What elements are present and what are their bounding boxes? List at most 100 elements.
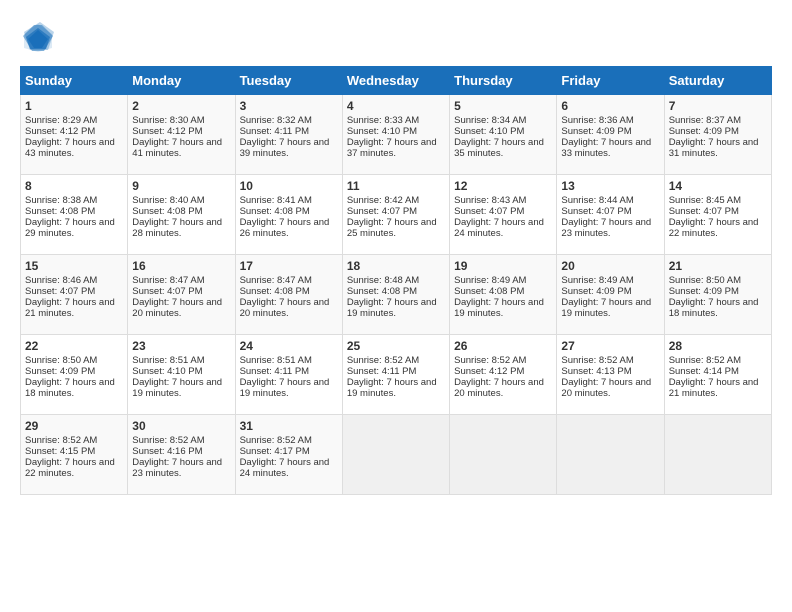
sunset: Sunset: 4:11 PM: [240, 126, 310, 137]
sunrise: Sunrise: 8:50 AM: [669, 275, 741, 286]
calendar-cell: 8 Sunrise: 8:38 AMSunset: 4:08 PMDaylight…: [21, 175, 128, 255]
day-number: 28: [669, 339, 767, 353]
daylight: Daylight: 7 hours and 19 minutes.: [240, 377, 330, 399]
sunset: Sunset: 4:08 PM: [25, 206, 95, 217]
calendar-week-3: 15Sunrise: 8:46 AMSunset: 4:07 PMDayligh…: [21, 255, 772, 335]
daylight: Daylight: 7 hours and 20 minutes.: [561, 377, 651, 399]
sunrise: Sunrise: 8:47 AM: [240, 275, 312, 286]
calendar-cell: 5 Sunrise: 8:34 AMSunset: 4:10 PMDaylight…: [450, 95, 557, 175]
daylight: Daylight: 7 hours and 33 minutes.: [561, 137, 651, 159]
day-number: 25: [347, 339, 445, 353]
calendar-cell: 4 Sunrise: 8:33 AMSunset: 4:10 PMDaylight…: [342, 95, 449, 175]
sunrise: Sunrise: 8:51 AM: [240, 355, 312, 366]
daylight: Daylight: 7 hours and 20 minutes.: [132, 297, 222, 319]
daylight: Daylight: 7 hours and 29 minutes.: [25, 217, 115, 239]
day-number: 4: [347, 99, 445, 113]
sunrise: Sunrise: 8:49 AM: [561, 275, 633, 286]
daylight: Daylight: 7 hours and 25 minutes.: [347, 217, 437, 239]
sunrise: Sunrise: 8:38 AM: [25, 195, 97, 206]
day-number: 20: [561, 259, 659, 273]
sunrise: Sunrise: 8:51 AM: [132, 355, 204, 366]
calendar-header-row: SundayMondayTuesdayWednesdayThursdayFrid…: [21, 67, 772, 95]
day-number: 18: [347, 259, 445, 273]
daylight: Daylight: 7 hours and 19 minutes.: [347, 297, 437, 319]
sunset: Sunset: 4:07 PM: [561, 206, 631, 217]
sunrise: Sunrise: 8:43 AM: [454, 195, 526, 206]
calendar-cell: 29Sunrise: 8:52 AMSunset: 4:15 PMDayligh…: [21, 415, 128, 495]
calendar-cell: 24Sunrise: 8:51 AMSunset: 4:11 PMDayligh…: [235, 335, 342, 415]
sunset: Sunset: 4:12 PM: [454, 366, 524, 377]
sunrise: Sunrise: 8:52 AM: [25, 435, 97, 446]
sunset: Sunset: 4:08 PM: [347, 286, 417, 297]
sunrise: Sunrise: 8:37 AM: [669, 115, 741, 126]
sunset: Sunset: 4:13 PM: [561, 366, 631, 377]
calendar-cell: 30Sunrise: 8:52 AMSunset: 4:16 PMDayligh…: [128, 415, 235, 495]
sunrise: Sunrise: 8:41 AM: [240, 195, 312, 206]
sunset: Sunset: 4:07 PM: [25, 286, 95, 297]
daylight: Daylight: 7 hours and 39 minutes.: [240, 137, 330, 159]
sunrise: Sunrise: 8:52 AM: [454, 355, 526, 366]
daylight: Daylight: 7 hours and 24 minutes.: [454, 217, 544, 239]
day-number: 9: [132, 179, 230, 193]
day-number: 6: [561, 99, 659, 113]
sunrise: Sunrise: 8:45 AM: [669, 195, 741, 206]
sunrise: Sunrise: 8:34 AM: [454, 115, 526, 126]
calendar-cell: 21Sunrise: 8:50 AMSunset: 4:09 PMDayligh…: [664, 255, 771, 335]
daylight: Daylight: 7 hours and 20 minutes.: [454, 377, 544, 399]
sunset: Sunset: 4:08 PM: [240, 286, 310, 297]
sunset: Sunset: 4:10 PM: [347, 126, 417, 137]
day-number: 22: [25, 339, 123, 353]
day-number: 2: [132, 99, 230, 113]
calendar-cell: 15Sunrise: 8:46 AMSunset: 4:07 PMDayligh…: [21, 255, 128, 335]
daylight: Daylight: 7 hours and 35 minutes.: [454, 137, 544, 159]
day-number: 24: [240, 339, 338, 353]
sunrise: Sunrise: 8:48 AM: [347, 275, 419, 286]
calendar-cell: 13Sunrise: 8:44 AMSunset: 4:07 PMDayligh…: [557, 175, 664, 255]
calendar-cell: 20Sunrise: 8:49 AMSunset: 4:09 PMDayligh…: [557, 255, 664, 335]
sunset: Sunset: 4:07 PM: [347, 206, 417, 217]
sunset: Sunset: 4:08 PM: [132, 206, 202, 217]
calendar-table: SundayMondayTuesdayWednesdayThursdayFrid…: [20, 66, 772, 495]
calendar-cell: 16Sunrise: 8:47 AMSunset: 4:07 PMDayligh…: [128, 255, 235, 335]
sunset: Sunset: 4:10 PM: [132, 366, 202, 377]
day-number: 30: [132, 419, 230, 433]
sunrise: Sunrise: 8:36 AM: [561, 115, 633, 126]
calendar-week-1: 1Sunrise: 8:29 AMSunset: 4:12 PMDaylight…: [21, 95, 772, 175]
daylight: Daylight: 7 hours and 37 minutes.: [347, 137, 437, 159]
calendar-cell: [450, 415, 557, 495]
calendar-cell: 3Sunrise: 8:32 AMSunset: 4:11 PMDaylight…: [235, 95, 342, 175]
calendar-cell: 28Sunrise: 8:52 AMSunset: 4:14 PMDayligh…: [664, 335, 771, 415]
calendar-cell: 14Sunrise: 8:45 AMSunset: 4:07 PMDayligh…: [664, 175, 771, 255]
sunset: Sunset: 4:09 PM: [561, 286, 631, 297]
calendar-cell: 26 Sunrise: 8:52 AMSunset: 4:12 PMDayligh…: [450, 335, 557, 415]
day-number: 26: [454, 339, 552, 353]
day-header-friday: Friday: [557, 67, 664, 95]
sunset: Sunset: 4:07 PM: [454, 206, 524, 217]
sunrise: Sunrise: 8:52 AM: [240, 435, 312, 446]
daylight: Daylight: 7 hours and 22 minutes.: [25, 457, 115, 479]
calendar-cell: 25Sunrise: 8:52 AMSunset: 4:11 PMDayligh…: [342, 335, 449, 415]
calendar-cell: 10Sunrise: 8:41 AMSunset: 4:08 PMDayligh…: [235, 175, 342, 255]
sunrise: Sunrise: 8:33 AM: [347, 115, 419, 126]
sunrise: Sunrise: 8:46 AM: [25, 275, 97, 286]
sunset: Sunset: 4:11 PM: [347, 366, 417, 377]
sunrise: Sunrise: 8:52 AM: [132, 435, 204, 446]
sunset: Sunset: 4:09 PM: [25, 366, 95, 377]
day-number: 11: [347, 179, 445, 193]
daylight: Daylight: 7 hours and 43 minutes.: [25, 137, 115, 159]
day-number: 19: [454, 259, 552, 273]
daylight: Daylight: 7 hours and 41 minutes.: [132, 137, 222, 159]
calendar-cell: [342, 415, 449, 495]
calendar-week-4: 22Sunrise: 8:50 AMSunset: 4:09 PMDayligh…: [21, 335, 772, 415]
sunset: Sunset: 4:14 PM: [669, 366, 739, 377]
daylight: Daylight: 7 hours and 23 minutes.: [132, 457, 222, 479]
day-header-tuesday: Tuesday: [235, 67, 342, 95]
daylight: Daylight: 7 hours and 24 minutes.: [240, 457, 330, 479]
calendar-cell: 12Sunrise: 8:43 AMSunset: 4:07 PMDayligh…: [450, 175, 557, 255]
logo-icon: [20, 20, 56, 56]
calendar-cell: 22Sunrise: 8:50 AMSunset: 4:09 PMDayligh…: [21, 335, 128, 415]
day-number: 5: [454, 99, 552, 113]
daylight: Daylight: 7 hours and 22 minutes.: [669, 217, 759, 239]
sunset: Sunset: 4:10 PM: [454, 126, 524, 137]
day-number: 8: [25, 179, 123, 193]
